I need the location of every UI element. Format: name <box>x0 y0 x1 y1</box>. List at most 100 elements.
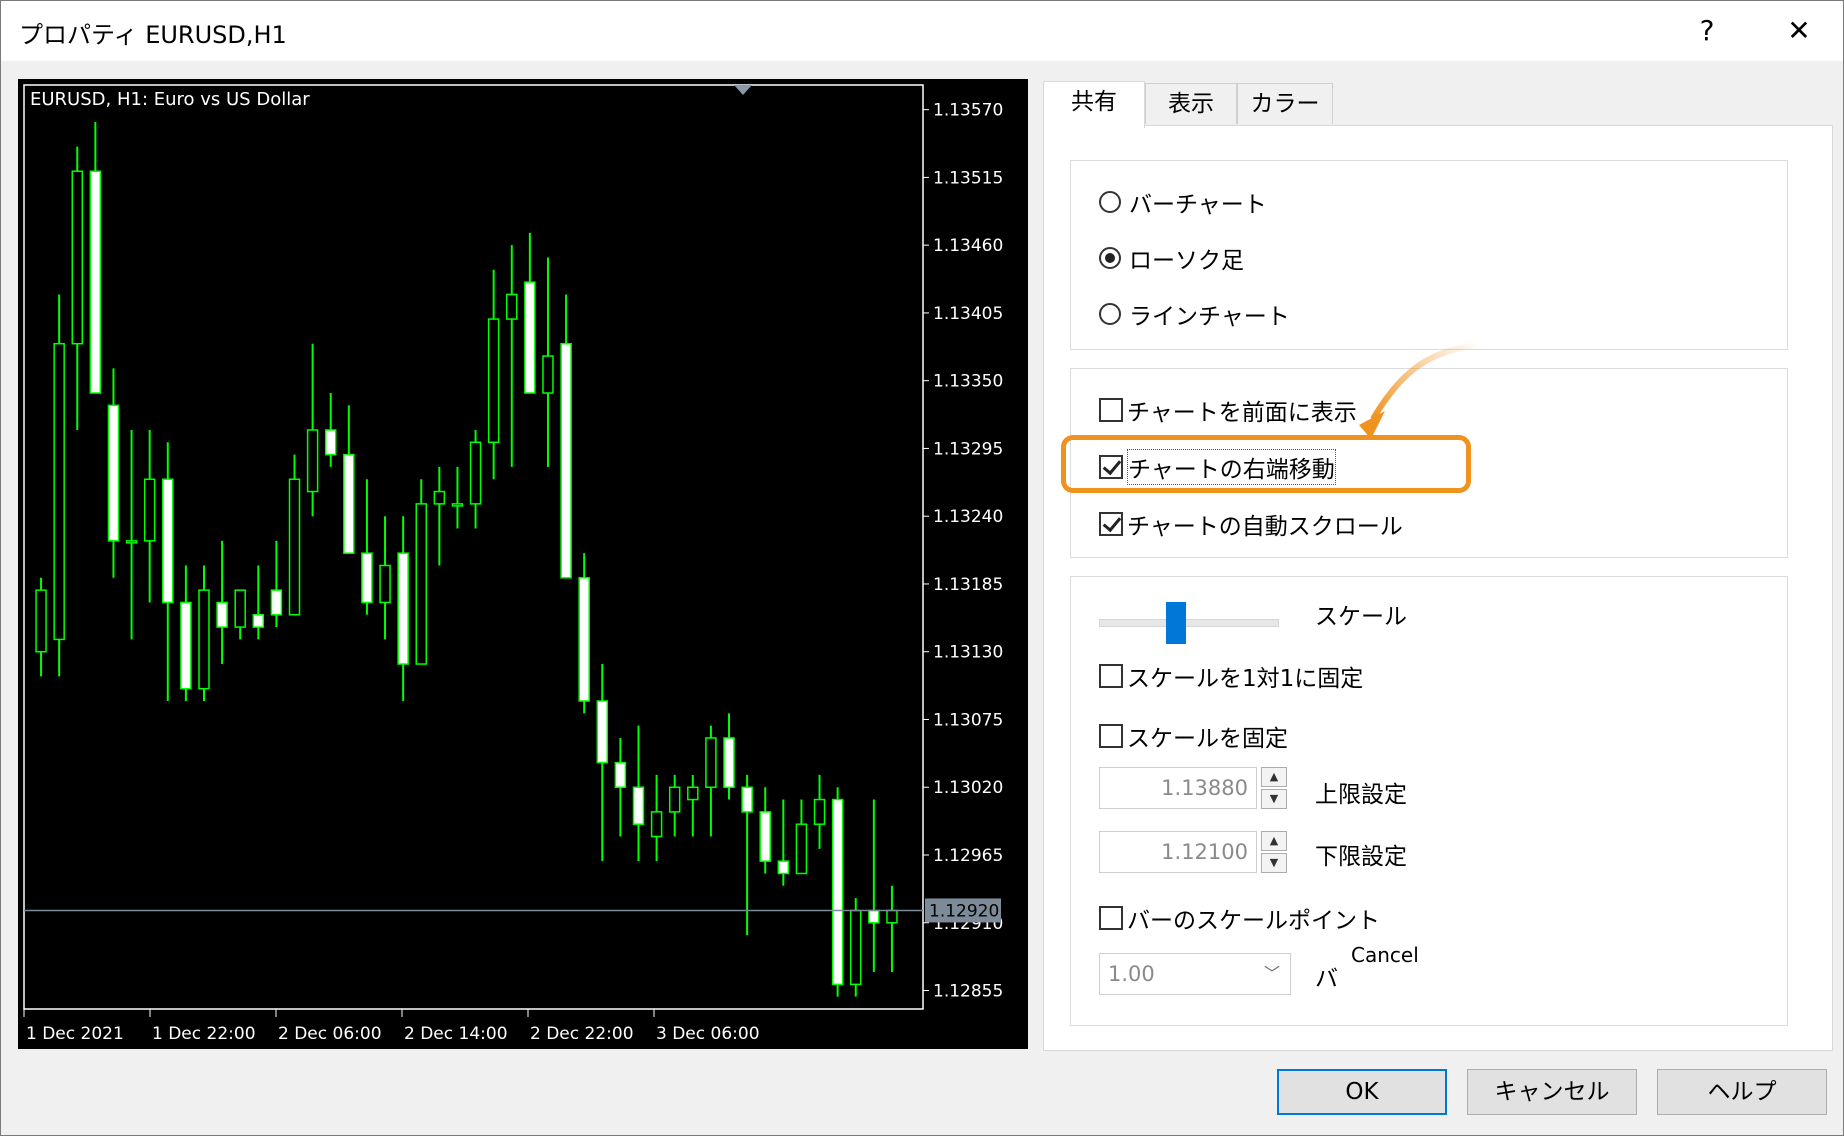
scale-slider-track[interactable] <box>1099 619 1279 627</box>
radio-line-chart-label: ラインチャート <box>1129 304 1290 330</box>
checkbox-scale-1to1-label: スケールを1対1に固定 <box>1127 666 1364 692</box>
candle-body <box>886 909 898 924</box>
x-tick-label: 2 Dec 14:00 <box>404 1024 508 1044</box>
candlestick-chart: EURUSD, H1: Euro vs US Dollar 1.13570 1.13… <box>23 84 1003 1044</box>
checkbox-bar-scale-point[interactable]: バーのスケールポイント <box>1099 901 1380 935</box>
checkbox-auto-scroll-label: チャートの自動スクロール <box>1127 514 1403 540</box>
radio-candlestick-label: ローソク足 <box>1129 248 1244 274</box>
spin-up-icon[interactable]: ▲ <box>1261 831 1287 851</box>
cancel-button[interactable]: キャンセル <box>1467 1069 1637 1115</box>
checkbox-bar-scale-point-label: バーのスケールポイント <box>1127 908 1380 934</box>
candle-body <box>759 811 771 862</box>
checkbox-fix-scale-label: スケールを固定 <box>1127 726 1288 752</box>
checkbox-scale-1to1[interactable]: スケールを1対1に固定 <box>1099 659 1363 693</box>
candle-body <box>668 786 681 813</box>
help-button[interactable]: ヘルプ <box>1657 1069 1827 1115</box>
candle-body <box>469 441 482 505</box>
x-tick-label: 3 Dec 06:00 <box>656 1024 760 1044</box>
properties-dialog: プロパティ EURUSD,H1 ? ✕ EURUSD, H1: Euro vs … <box>0 0 1844 1136</box>
spin-down-icon[interactable]: ▼ <box>1261 789 1287 809</box>
candle-body <box>777 860 790 875</box>
checkbox-auto-scroll[interactable]: チャートの自動スクロール <box>1099 507 1403 541</box>
chevron-down-icon[interactable]: ﹀ <box>1264 954 1280 994</box>
candle-body <box>361 552 373 604</box>
candle-body <box>107 404 120 542</box>
close-icon[interactable]: ✕ <box>1769 7 1829 55</box>
ok-button[interactable]: OK <box>1277 1069 1447 1115</box>
candle-body <box>741 786 753 813</box>
y-tick-label: 1.13075 <box>933 710 1003 730</box>
y-tick-label: 1.12855 <box>933 982 1003 1002</box>
x-tick-label: 1 Dec 22:00 <box>152 1024 256 1044</box>
candle-body <box>252 614 265 628</box>
candle-body <box>578 577 590 702</box>
y-tick-label: 1.13240 <box>933 507 1003 527</box>
checkbox-scale-1to1-box[interactable] <box>1099 664 1123 688</box>
y-tick-label: 1.13570 <box>933 101 1003 121</box>
candle-body <box>433 490 446 505</box>
scale-point-suffix: バ <box>1315 966 1338 992</box>
chart-header: EURUSD, H1: Euro vs US Dollar <box>30 89 310 110</box>
y-tick-label: 1.13460 <box>933 236 1003 256</box>
chart-type-group: バーチャート ローソク足 ラインチャート <box>1070 160 1788 350</box>
candle-body <box>506 293 518 320</box>
tab-color[interactable]: カラー <box>1237 83 1333 124</box>
scale-slider-thumb[interactable] <box>1166 602 1186 644</box>
checkbox-chart-foreground-box[interactable] <box>1099 398 1123 422</box>
radio-line-chart[interactable]: ラインチャート <box>1099 297 1290 331</box>
upper-limit-spinner[interactable]: ▲ ▼ <box>1261 767 1287 809</box>
checkbox-chart-foreground[interactable]: チャートを前面に表示 <box>1099 393 1357 427</box>
candle-body <box>831 798 844 986</box>
lower-limit-label: 下限設定 <box>1315 844 1407 870</box>
annotation-arrow-icon <box>1359 342 1482 439</box>
scale-slider-label: スケール <box>1315 604 1407 630</box>
spin-up-icon[interactable]: ▲ <box>1261 767 1287 787</box>
y-tick-label: 1.13405 <box>933 304 1003 324</box>
spin-down-icon[interactable]: ▼ <box>1261 853 1287 873</box>
highlight-box <box>1061 435 1471 493</box>
x-tick-label: 1 Dec 2021 <box>26 1024 124 1044</box>
upper-limit-input[interactable]: 1.13880 <box>1099 767 1257 809</box>
candle-body <box>89 170 102 394</box>
candle-body <box>180 601 192 690</box>
candle-body <box>270 589 283 616</box>
radio-candlestick-circle[interactable] <box>1099 247 1121 269</box>
lower-limit-spinner[interactable]: ▲ ▼ <box>1261 831 1287 873</box>
candle-body <box>53 342 65 641</box>
lower-limit-input[interactable]: 1.12100 <box>1099 831 1257 873</box>
cancel-tooltip: Cancel <box>1339 941 1447 971</box>
candle-body <box>560 342 572 579</box>
checkbox-auto-scroll-box[interactable] <box>1099 512 1123 536</box>
chart-preview: EURUSD, H1: Euro vs US Dollar 1.13570 1.13… <box>18 79 1028 1049</box>
candle-body <box>705 737 717 788</box>
checkbox-fix-scale-box[interactable] <box>1099 724 1123 748</box>
candle-body <box>723 737 735 788</box>
candle-body <box>596 700 609 764</box>
tab-display[interactable]: 表示 <box>1145 83 1237 124</box>
chart-shift-marker <box>734 85 752 95</box>
scale-point-select[interactable]: 1.00 ﹀ <box>1099 953 1291 995</box>
bid-label: 1.12920 <box>929 901 999 921</box>
radio-bar-chart-label: バーチャート <box>1129 192 1267 218</box>
candle-body <box>415 503 427 665</box>
radio-bar-chart-circle[interactable] <box>1099 191 1121 213</box>
candle-body <box>35 589 47 653</box>
checkbox-fix-scale[interactable]: スケールを固定 <box>1099 719 1288 753</box>
checkbox-chart-foreground-label: チャートを前面に表示 <box>1127 400 1357 426</box>
y-tick-label: 1.13130 <box>933 643 1003 663</box>
radio-candlestick[interactable]: ローソク足 <box>1099 241 1244 275</box>
candle-body <box>216 601 228 628</box>
y-tick-label: 1.13185 <box>933 575 1003 595</box>
checkbox-bar-scale-point-box[interactable] <box>1099 906 1123 930</box>
radio-bar-chart[interactable]: バーチャート <box>1099 185 1267 219</box>
tab-common[interactable]: 共有 <box>1043 81 1145 128</box>
help-icon[interactable]: ? <box>1677 7 1737 55</box>
candle-body <box>198 589 210 690</box>
radio-line-chart-circle[interactable] <box>1099 303 1121 325</box>
candle-body <box>71 170 84 345</box>
candle-body <box>451 503 464 507</box>
candle-body <box>125 540 138 544</box>
candle-body <box>143 478 156 542</box>
scale-point-value: 1.00 <box>1108 962 1155 986</box>
candle-body <box>524 281 536 394</box>
